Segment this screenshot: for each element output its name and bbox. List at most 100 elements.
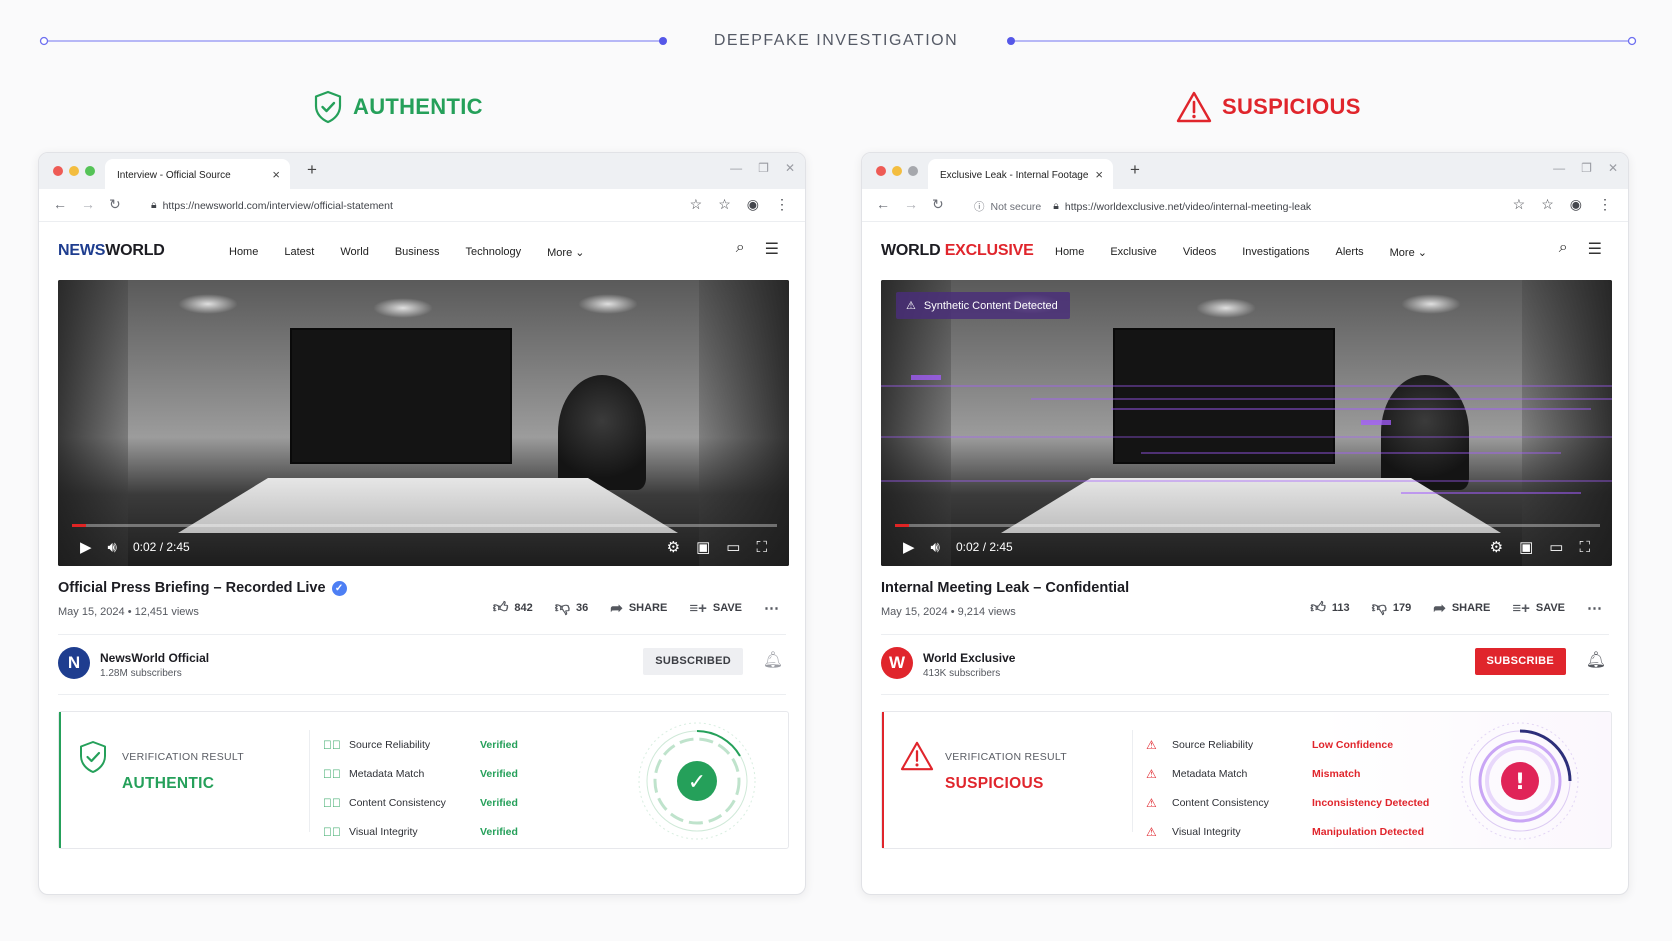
video-progress-bar[interactable] [72,524,777,527]
theater-mode-icon[interactable]: ▭ [1549,538,1563,556]
new-tab-button[interactable]: + [307,160,317,180]
play-icon[interactable]: ▶ [80,538,92,556]
menu-item-more[interactable]: More ⌄ [1390,246,1427,259]
settings-gear-icon[interactable]: ⚙ [667,538,680,556]
like-button[interactable]: 👍︎ 842 [493,599,533,617]
fullscreen-icon[interactable]: ⛶ [1579,539,1590,556]
hamburger-menu-icon[interactable]: ☰ [765,239,779,259]
favorites-icon[interactable]: ☆ [718,196,731,213]
reload-icon[interactable]: ↻ [109,196,121,213]
video-time: 0:02 / 2:45 [956,540,1013,554]
volume-icon[interactable]: 🔊︎ [108,539,117,556]
new-tab-button[interactable]: + [1130,160,1140,180]
dislike-button[interactable]: 👎︎ 179 [1372,599,1412,617]
menu-item-home[interactable]: Home [1055,246,1084,259]
browser-tab[interactable]: Exclusive Leak - Internal Footage × [928,159,1113,189]
glitch-artifact [1361,420,1391,425]
subscribe-button[interactable]: SUBSCRIBE [1474,648,1566,675]
volume-icon[interactable]: 🔊︎ [931,539,940,556]
menu-item-technology[interactable]: Technology [465,246,521,259]
more-actions-button[interactable]: ⋯ [764,599,779,617]
channel-row: N NewsWorld Official 1.28M subscribers S… [58,643,789,689]
ceiling-light [373,298,433,318]
check-row: ⚠ Visual Integrity Manipulation Detected [1146,817,1446,846]
site-logo[interactable]: WORLD EXCLUSIVE [881,242,1034,260]
miniplayer-icon[interactable]: ▣ [696,538,710,556]
bookmark-star-icon[interactable]: ☆ [1513,196,1526,213]
play-icon[interactable]: ▶ [903,538,915,556]
menu-item-latest[interactable]: Latest [284,246,314,259]
nav-buttons: ← → ↻ [53,196,121,213]
miniplayer-icon[interactable]: ▣ [1519,538,1533,556]
restore-icon[interactable]: ❐ [758,161,769,175]
warning-triangle-icon: ⚠ [1146,737,1157,752]
menu-item-alerts[interactable]: Alerts [1336,246,1364,259]
search-icon[interactable]: ⌕ [736,239,745,259]
verified-badge-icon: ✓ [331,580,347,596]
menu-item-business[interactable]: Business [395,246,440,259]
forward-icon[interactable]: → [81,196,95,213]
minimize-icon[interactable]: — [730,161,742,175]
video-player[interactable]: ⚠ Synthetic Content Detected ▶ 🔊︎ 0:02 /… [881,280,1612,566]
share-label: SHARE [1451,602,1491,614]
close-window-button[interactable] [53,166,63,176]
close-tab-icon[interactable]: × [272,167,280,182]
url-field[interactable]: 🔒︎ https://newsworld.com/interview/offic… [151,199,393,212]
back-icon[interactable]: ← [53,196,67,213]
theater-mode-icon[interactable]: ▭ [726,538,740,556]
channel-avatar[interactable]: W [881,647,913,679]
search-icon[interactable]: ⌕ [1559,239,1568,259]
menu-item-world[interactable]: World [340,246,369,259]
close-tab-icon[interactable]: × [1095,167,1103,182]
close-window-button[interactable] [876,166,886,176]
site-logo[interactable]: NEWSWORLD [58,242,165,260]
maximize-window-button[interactable] [908,166,918,176]
video-player[interactable]: ▶ 🔊︎ 0:02 / 2:45 ⚙ ▣ ▭ ⛶ [58,280,789,566]
forward-icon[interactable]: → [904,196,918,213]
close-icon[interactable]: ✕ [1608,161,1618,175]
subscribed-button[interactable]: SUBSCRIBED [643,648,743,675]
more-menu-icon[interactable]: ⋮ [775,196,789,213]
synthetic-content-badge: ⚠ Synthetic Content Detected [896,292,1070,319]
minimize-icon[interactable]: — [1553,161,1565,175]
save-button[interactable]: ≡+ SAVE [689,600,742,617]
share-button[interactable]: ➦ SHARE [610,599,667,617]
back-icon[interactable]: ← [876,196,890,213]
bell-icon[interactable]: 🔔︎ [1586,650,1606,670]
menu-item-videos[interactable]: Videos [1183,246,1216,259]
reload-icon[interactable]: ↻ [932,196,944,213]
url-field[interactable]: ⓘ Not secure 🔒︎ https://worldexclusive.n… [974,199,1311,214]
profile-icon[interactable]: ◉ [1570,196,1582,213]
more-actions-button[interactable]: ⋯ [1587,599,1602,617]
minimize-window-button[interactable] [892,166,902,176]
menu-item-home[interactable]: Home [229,246,258,259]
authenticity-gauge: ✓ [638,722,756,840]
favorites-icon[interactable]: ☆ [1541,196,1554,213]
fullscreen-icon[interactable]: ⛶ [756,539,767,556]
video-progress-bar[interactable] [895,524,1600,527]
video-title-text: Official Press Briefing – Recorded Live [58,580,326,596]
menu-item-exclusive[interactable]: Exclusive [1110,246,1156,259]
hamburger-menu-icon[interactable]: ☰ [1588,239,1602,259]
maximize-window-button[interactable] [85,166,95,176]
menu-item-investigations[interactable]: Investigations [1242,246,1309,259]
channel-avatar[interactable]: N [58,647,90,679]
channel-name[interactable]: NewsWorld Official [100,651,209,665]
close-icon[interactable]: ✕ [785,161,795,175]
info-icon: ⓘ [974,201,985,213]
channel-name[interactable]: World Exclusive [923,651,1015,665]
minimize-window-button[interactable] [69,166,79,176]
bookmark-star-icon[interactable]: ☆ [690,196,703,213]
dislike-button[interactable]: 👎︎ 36 [555,599,588,617]
check-row: ⚠ Content Consistency Inconsistency Detect… [1146,788,1446,817]
save-button[interactable]: ≡+ SAVE [1512,600,1565,617]
settings-gear-icon[interactable]: ⚙ [1490,538,1503,556]
menu-item-more[interactable]: More ⌄ [547,246,584,259]
share-button[interactable]: ➦ SHARE [1433,599,1490,617]
profile-icon[interactable]: ◉ [747,196,759,213]
restore-icon[interactable]: ❐ [1581,161,1592,175]
like-button[interactable]: 👍︎ 113 [1310,599,1349,617]
bell-icon[interactable]: 🔔︎ [763,650,783,670]
more-menu-icon[interactable]: ⋮ [1598,196,1612,213]
browser-tab[interactable]: Interview - Official Source × [105,159,290,189]
